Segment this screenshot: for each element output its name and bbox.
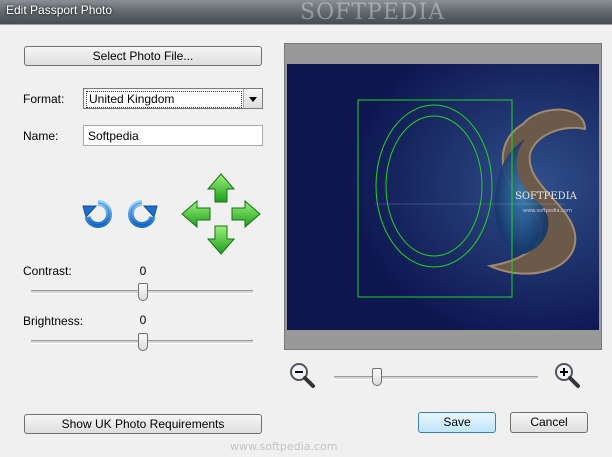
show-requirements-button[interactable]: Show UK Photo Requirements bbox=[24, 414, 262, 434]
footer-watermark: www.softpedia.com bbox=[230, 440, 338, 453]
format-selected-value: United Kingdom bbox=[86, 91, 242, 108]
save-button[interactable]: Save bbox=[418, 412, 496, 433]
brightness-slider-thumb[interactable] bbox=[138, 333, 148, 351]
name-label: Name: bbox=[23, 129, 59, 143]
preview-image: SOFTPEDIA www.softpedia.com bbox=[287, 64, 599, 330]
zoom-out-icon[interactable] bbox=[288, 361, 316, 389]
select-photo-button[interactable]: Select Photo File... bbox=[24, 46, 262, 66]
brightness-label: Brightness: bbox=[23, 314, 84, 328]
preview-brand-text: SOFTPEDIA bbox=[515, 191, 578, 202]
window-title: Edit Passport Photo bbox=[6, 3, 113, 17]
title-watermark: SOFTPEDIA bbox=[300, 0, 446, 25]
move-down-icon[interactable] bbox=[206, 225, 236, 255]
move-up-icon[interactable] bbox=[206, 173, 236, 203]
preview-url-text: www.softpedia.com bbox=[523, 208, 572, 214]
title-bar: Edit Passport Photo SOFTPEDIA bbox=[0, 0, 612, 25]
format-dropdown[interactable]: United Kingdom bbox=[83, 88, 263, 109]
brightness-value: 0 bbox=[139, 313, 147, 327]
cancel-button[interactable]: Cancel bbox=[510, 412, 588, 433]
zoom-slider-thumb[interactable] bbox=[372, 368, 382, 386]
contrast-label: Contrast: bbox=[23, 264, 72, 278]
photo-preview: SOFTPEDIA www.softpedia.com bbox=[284, 43, 602, 350]
chevron-down-icon[interactable] bbox=[243, 89, 262, 108]
move-left-icon[interactable] bbox=[181, 199, 211, 229]
rotate-right-icon[interactable] bbox=[126, 198, 158, 230]
contrast-slider-thumb[interactable] bbox=[138, 283, 148, 301]
name-input[interactable] bbox=[83, 125, 263, 146]
move-arrows bbox=[181, 173, 261, 255]
contrast-value: 0 bbox=[139, 264, 147, 278]
move-right-icon[interactable] bbox=[231, 199, 261, 229]
format-label: Format: bbox=[23, 92, 65, 106]
rotate-left-icon[interactable] bbox=[82, 198, 114, 230]
zoom-in-icon[interactable] bbox=[553, 361, 581, 389]
zoom-slider[interactable] bbox=[334, 376, 538, 380]
